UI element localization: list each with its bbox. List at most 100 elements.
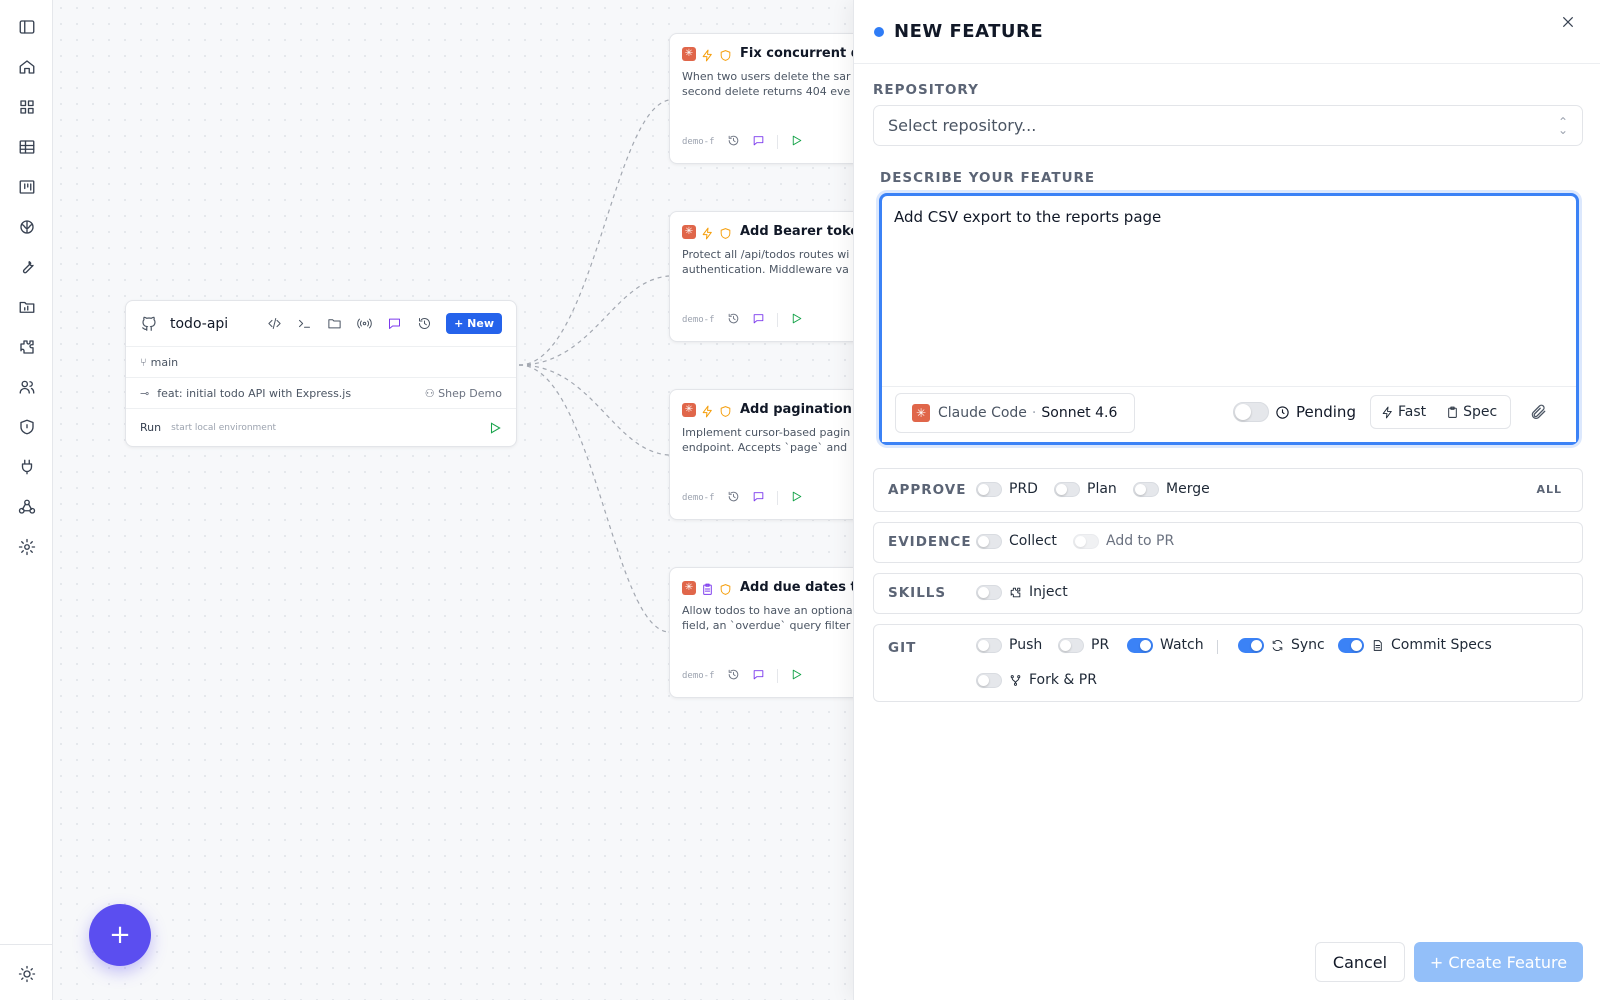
webhook-icon[interactable]	[14, 494, 39, 519]
history-icon[interactable]	[727, 488, 740, 507]
bolt-icon	[1382, 406, 1392, 418]
approve-plan-toggle[interactable]	[1054, 481, 1080, 497]
cancel-button[interactable]: Cancel	[1315, 942, 1405, 982]
play-icon[interactable]	[790, 132, 803, 151]
create-feature-button[interactable]: + Create Feature	[1414, 942, 1583, 982]
feature-card-title: ✳ Add Bearer toke	[682, 224, 853, 240]
git-sync-toggle[interactable]	[1238, 637, 1264, 653]
pending-toggle[interactable]	[1233, 402, 1269, 422]
git-fork-pr-option[interactable]: Fork & PR	[976, 672, 1097, 688]
folder-icon[interactable]	[326, 316, 342, 332]
chat-icon[interactable]	[386, 316, 402, 332]
sidebar-toggle-icon[interactable]	[14, 14, 39, 39]
git-sync-option[interactable]: Sync	[1238, 637, 1325, 653]
history-icon[interactable]	[727, 666, 740, 685]
shield-icon	[719, 47, 732, 61]
feature-code: demo-f	[682, 492, 715, 503]
panel-title: NEW FEATURE	[894, 21, 1044, 42]
brain-icon[interactable]	[14, 214, 39, 239]
skills-inject-toggle[interactable]	[976, 584, 1002, 600]
sync-icon	[1272, 639, 1283, 651]
run-play-icon[interactable]	[488, 421, 502, 435]
home-icon[interactable]	[14, 54, 39, 79]
shield-icon[interactable]	[14, 414, 39, 439]
claude-icon: ✳	[682, 402, 696, 417]
feature-description-input[interactable]: Add CSV export to the reports page	[894, 208, 1554, 378]
left-rail	[0, 0, 53, 1000]
folder-chart-icon[interactable]	[14, 294, 39, 319]
board-icon[interactable]	[14, 174, 39, 199]
evidence-add-to-pr-toggle[interactable]	[1073, 533, 1099, 549]
new-feature-button[interactable]: + New	[446, 313, 502, 334]
spec-mode-option[interactable]: Spec	[1436, 404, 1507, 420]
canvas[interactable]: todo-api + New ⑂ main ⊸ feat: initial to…	[53, 0, 853, 1000]
terminal-icon[interactable]	[296, 316, 312, 332]
play-icon[interactable]	[790, 310, 803, 329]
agent-separator: ·	[1031, 405, 1037, 421]
shield-icon	[719, 581, 732, 595]
repo-node[interactable]: todo-api + New ⑂ main ⊸ feat: initial to…	[125, 300, 517, 447]
divider	[776, 490, 778, 505]
feature-card-title: ✳ Add pagination	[682, 402, 852, 418]
settings-icon[interactable]	[14, 534, 39, 559]
close-icon[interactable]	[1560, 14, 1580, 34]
git-push-option[interactable]: Push	[976, 637, 1042, 653]
shield-icon	[719, 225, 732, 239]
grid-icon[interactable]	[14, 94, 39, 119]
feature-card[interactable]: ✳ Add due dates t Allow todos to have an…	[669, 567, 853, 698]
git-commit-specs-option[interactable]: Commit Specs	[1338, 637, 1492, 653]
history-icon[interactable]	[727, 132, 740, 151]
git-push-toggle[interactable]	[976, 637, 1002, 653]
fast-mode-option[interactable]: Fast	[1371, 404, 1436, 420]
play-icon[interactable]	[790, 488, 803, 507]
git-watch-option[interactable]: Watch	[1127, 637, 1204, 653]
approve-plan-option[interactable]: Plan	[1054, 481, 1117, 497]
plug-icon[interactable]	[14, 454, 39, 479]
chat-icon[interactable]	[752, 488, 765, 507]
agent-selector[interactable]: ✳ Claude Code · Sonnet 4.6	[895, 393, 1135, 433]
puzzle-icon[interactable]	[14, 334, 39, 359]
puzzle-icon	[1010, 587, 1021, 597]
chat-icon[interactable]	[752, 666, 765, 685]
table-icon[interactable]	[14, 134, 39, 159]
repo-name: todo-api	[170, 315, 229, 332]
evidence-collect-toggle[interactable]	[976, 533, 1002, 549]
git-pr-toggle[interactable]	[1058, 637, 1084, 653]
file-icon	[1373, 639, 1382, 651]
git-commit-specs-toggle[interactable]	[1338, 637, 1364, 653]
approve-prd-toggle[interactable]	[976, 481, 1002, 497]
evidence-add-to-pr-option[interactable]: Add to PR	[1073, 533, 1174, 549]
approve-merge-toggle[interactable]	[1133, 481, 1159, 497]
feature-card-title: ✳ Fix concurrent d	[682, 46, 853, 62]
code-icon[interactable]	[266, 316, 282, 332]
paperclip-icon[interactable]	[1529, 403, 1549, 423]
play-icon[interactable]	[790, 666, 803, 685]
history-icon[interactable]	[727, 310, 740, 329]
wrench-icon[interactable]	[14, 254, 39, 279]
approve-merge-label: Merge	[1166, 481, 1210, 497]
skills-inject-option[interactable]: Inject	[976, 584, 1068, 600]
chat-icon[interactable]	[752, 132, 765, 151]
feature-title: Add Bearer toke	[740, 224, 853, 239]
approve-prd-option[interactable]: PRD	[976, 481, 1038, 497]
feature-card[interactable]: ✳ Add pagination Implement cursor-based …	[669, 389, 853, 520]
repository-select[interactable]: Select repository... ⌃ ⌄	[873, 105, 1583, 146]
feature-card[interactable]: ✳ Add Bearer toke Protect all /api/todos…	[669, 211, 853, 342]
users-icon[interactable]	[14, 374, 39, 399]
feature-card[interactable]: ✳ Fix concurrent d When two users delete…	[669, 33, 853, 164]
git-fork-pr-toggle[interactable]	[976, 672, 1002, 688]
approve-all-button[interactable]: ALL	[1536, 483, 1562, 496]
approve-merge-option[interactable]: Merge	[1133, 481, 1210, 497]
add-fab-button[interactable]: +	[89, 904, 151, 966]
broadcast-icon[interactable]	[356, 316, 372, 332]
edge-3	[518, 364, 670, 456]
edge-4	[518, 364, 670, 633]
evidence-collect-option[interactable]: Collect	[976, 533, 1057, 549]
agent-name: Claude Code	[938, 405, 1027, 421]
chat-icon[interactable]	[752, 310, 765, 329]
evidence-collect-label: Collect	[1009, 533, 1057, 549]
git-watch-toggle[interactable]	[1127, 637, 1153, 653]
theme-sun-icon[interactable]	[14, 961, 39, 986]
git-pr-option[interactable]: PR	[1058, 637, 1109, 653]
history-icon[interactable]	[416, 316, 432, 332]
